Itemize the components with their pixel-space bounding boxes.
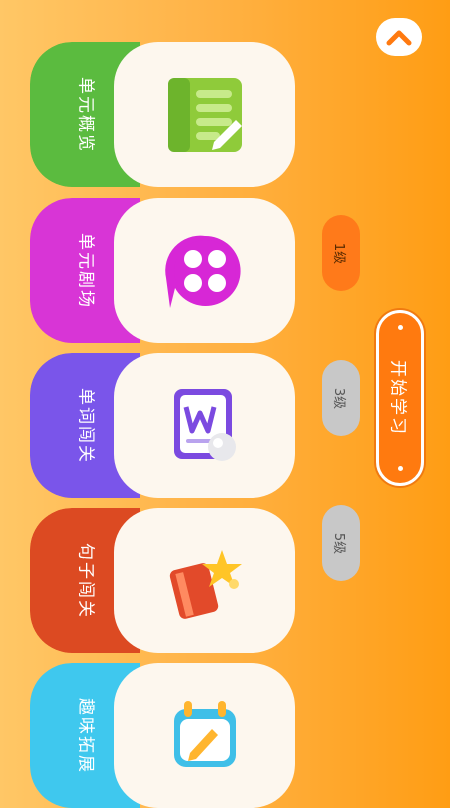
decor-dot <box>398 325 403 330</box>
module-card-theater[interactable]: 单元剧场 <box>30 198 295 343</box>
decor-dot <box>398 466 403 471</box>
module-card-overview[interactable]: 单元概览 <box>30 42 295 187</box>
level-badge-3[interactable]: 3级 <box>322 360 360 436</box>
calendar-pencil-icon <box>173 700 236 767</box>
book-star-icon <box>169 549 242 619</box>
word-doc-icon <box>173 388 236 461</box>
module-icon-panel <box>114 42 295 187</box>
level-badge-1[interactable]: 1级 <box>322 215 360 291</box>
module-card-word[interactable]: 单词闯关 <box>30 353 295 498</box>
module-label: 单词闯关 <box>75 387 96 464</box>
module-label: 单元概览 <box>75 76 96 153</box>
level-label: 5级 <box>331 532 347 554</box>
start-learning-label: 开始学习 <box>387 360 408 436</box>
module-icon-panel <box>114 198 295 343</box>
collapse-button[interactable] <box>376 18 422 56</box>
level-label: 1级 <box>331 242 347 264</box>
module-icon-panel <box>114 663 295 808</box>
module-icon-panel <box>114 353 295 498</box>
module-label: 趣味拓展 <box>75 697 96 774</box>
module-label: 单元剧场 <box>75 232 96 309</box>
module-icon-panel <box>114 508 295 653</box>
module-card-sentence[interactable]: 句子闯关 <box>30 508 295 653</box>
level-badge-5[interactable]: 5级 <box>322 505 360 581</box>
chevron-up-icon <box>386 30 412 46</box>
module-label: 句子闯关 <box>75 542 96 619</box>
level-label: 3级 <box>331 387 347 409</box>
module-card-fun[interactable]: 趣味拓展 <box>30 663 295 808</box>
film-reel-icon <box>164 235 241 308</box>
start-learning-button[interactable]: 开始学习 <box>376 310 424 486</box>
book-pencil-icon <box>167 77 242 152</box>
